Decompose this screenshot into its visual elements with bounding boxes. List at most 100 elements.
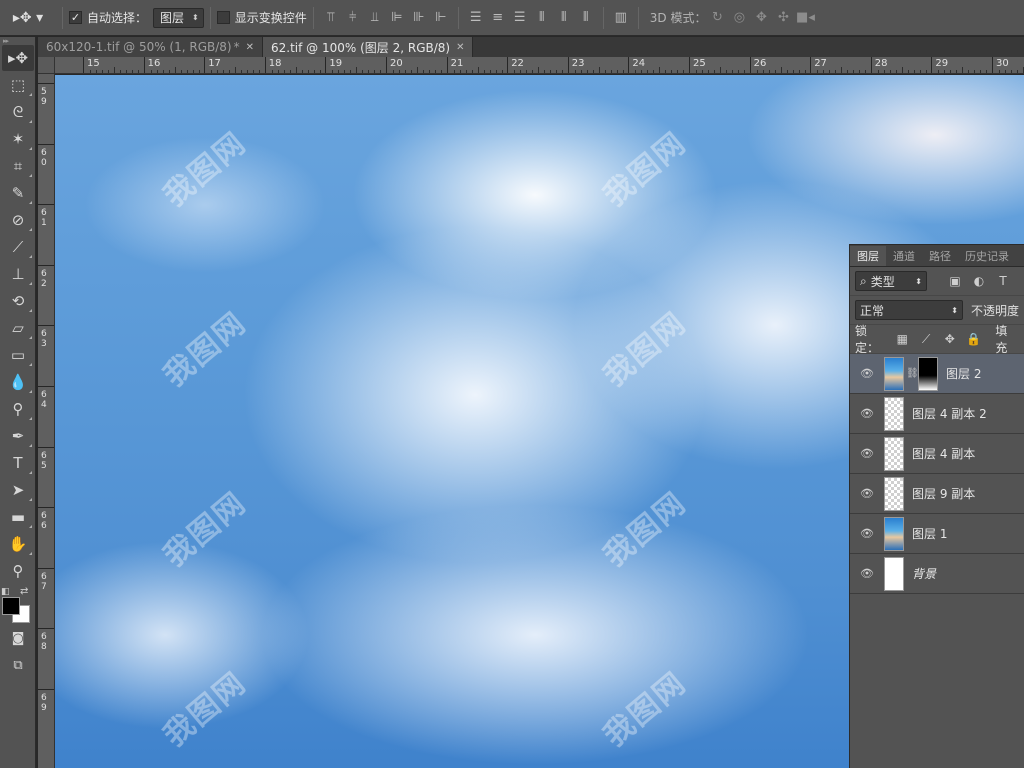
clone-stamp-tool[interactable]: ⊥ [2, 261, 34, 287]
document-tab[interactable]: 60x120-1.tif @ 50% (1, RGB/8) * ✕ [38, 37, 263, 57]
foreground-color-swatch[interactable] [2, 597, 20, 615]
gradient-tool[interactable]: ▭ [2, 342, 34, 368]
lock-transparent-icon[interactable]: ▦ [893, 329, 913, 349]
visibility-eye-icon[interactable]: 👁 [850, 447, 884, 460]
align-top-icon[interactable]: ⫪ [320, 7, 342, 29]
move-tool[interactable]: ▸✥ [2, 45, 34, 71]
layer-thumbnail[interactable] [884, 476, 904, 511]
tab-history[interactable]: 历史记录 [958, 246, 1016, 266]
ruler-tick-label: 68 [41, 632, 47, 653]
distribute-bottom-icon[interactable]: ☰ [509, 7, 531, 29]
watermark: 我图网 [157, 305, 254, 394]
path-selection-tool[interactable]: ➤ [2, 477, 34, 503]
adjustment-filter-icon[interactable]: ◐ [969, 271, 989, 291]
ruler-tick-label: 21 [450, 58, 464, 69]
distribute-top-icon[interactable]: ☰ [465, 7, 487, 29]
layer-thumbnail[interactable] [884, 396, 904, 431]
visibility-eye-icon[interactable]: 👁 [850, 487, 884, 500]
divider [457, 6, 459, 29]
layer-row[interactable]: 👁 背景 [850, 554, 1024, 594]
shape-tool[interactable]: ▬ [2, 504, 34, 530]
magic-wand-tool[interactable]: ✶ [2, 126, 34, 152]
divider [637, 6, 639, 29]
3d-scale-icon[interactable]: ■◂ [794, 7, 816, 29]
healing-brush-tool[interactable]: ⊘ [2, 207, 34, 233]
horizontal-ruler[interactable]: 15 16 17 18 19 20 21 22 23 24 25 26 27 28 29 30 [55, 57, 1024, 74]
eyedropper-tool[interactable]: ✎ [2, 180, 34, 206]
show-transform-label: 显示变换控件 [234, 11, 307, 25]
visibility-eye-icon[interactable]: 👁 [850, 367, 884, 380]
3d-slide-icon[interactable]: ✣ [772, 7, 794, 29]
distribute-vcenter-icon[interactable]: ≡ [487, 7, 509, 29]
visibility-eye-icon[interactable]: 👁 [850, 527, 884, 540]
ruler-tick: 17 [204, 57, 264, 73]
tab-layers[interactable]: 图层 [850, 246, 886, 266]
tool-preset-picker[interactable]: ▸✥ ▾ [0, 0, 56, 36]
align-vcenter-icon[interactable]: ⫩ [342, 7, 364, 29]
3d-roll-icon[interactable]: ◎ [728, 7, 750, 29]
tab-paths[interactable]: 路径 [922, 246, 958, 266]
default-colors-icon[interactable]: ◧ [1, 587, 10, 597]
zoom-tool[interactable]: ⚲ [2, 558, 34, 584]
link-chain-icon[interactable]: ⛓ [906, 368, 919, 379]
ruler-tick: 26 [749, 57, 810, 73]
blur-tool[interactable]: 💧 [2, 369, 34, 395]
visibility-eye-icon[interactable]: 👁 [850, 407, 884, 420]
distribute-hcenter-icon[interactable]: ⦀ [553, 7, 575, 29]
lock-image-icon[interactable]: ⟋ [916, 329, 936, 349]
auto-select-target-dropdown[interactable]: 图层 ⬍ [153, 7, 204, 28]
tab-channels[interactable]: 通道 [886, 246, 922, 266]
crop-tool[interactable]: ⌗ [2, 153, 34, 179]
image-filter-icon[interactable]: ▣ [945, 271, 965, 291]
layer-thumbnail[interactable] [884, 436, 904, 471]
pen-tool[interactable]: ✒ [2, 423, 34, 449]
3d-rotate-icon[interactable]: ↻ [706, 7, 728, 29]
lasso-tool[interactable]: ᘓ [2, 99, 34, 125]
swap-colors-icon[interactable]: ⇄ [20, 586, 28, 597]
layer-name: 图层 4 副本 [912, 447, 976, 461]
filter-kind-dropdown[interactable]: ⌕ 类型 ⬍ [855, 271, 927, 291]
align-hcenter-icon[interactable]: ⊪ [408, 7, 430, 29]
layer-row[interactable]: 👁 图层 4 副本 [850, 434, 1024, 474]
type-tool[interactable]: T [2, 450, 34, 476]
layer-row[interactable]: 👁 ⛓ 图层 2 [850, 354, 1024, 394]
layer-mask-thumbnail[interactable] [918, 356, 938, 391]
vertical-ruler[interactable]: 59 60 61 62 63 64 65 66 67 68 69 [38, 57, 55, 768]
lock-position-icon[interactable]: ✥ [940, 329, 960, 349]
layer-thumbnail[interactable] [884, 356, 904, 391]
auto-align-icon[interactable]: ▥ [610, 7, 632, 29]
close-icon[interactable]: ✕ [456, 42, 464, 53]
layer-row[interactable]: 👁 图层 1 [850, 514, 1024, 554]
updown-arrow-icon: ⬍ [192, 13, 199, 22]
align-left-icon[interactable]: ⊫ [386, 7, 408, 29]
distribute-left-icon[interactable]: ⦀ [531, 7, 553, 29]
brush-tool[interactable]: ⟋ [2, 234, 34, 260]
distribute-right-icon[interactable]: ⦀ [575, 7, 597, 29]
layer-thumbnail[interactable] [884, 516, 904, 551]
updown-arrow-icon: ⬍ [951, 305, 958, 315]
dodge-tool[interactable]: ⚲ [2, 396, 34, 422]
align-right-icon[interactable]: ⊩ [430, 7, 452, 29]
document-tab-active[interactable]: 62.tif @ 100% (图层 2, RGB/8) ✕ [263, 37, 474, 57]
align-bottom-icon[interactable]: ⫫ [364, 7, 386, 29]
close-icon[interactable]: ✕ [246, 42, 254, 53]
lock-all-icon[interactable]: 🔒 [964, 329, 984, 349]
marquee-tool[interactable]: ⬚ [2, 72, 34, 98]
ruler-tick-label: 67 [41, 571, 47, 592]
blend-mode-dropdown[interactable]: 正常 ⬍ [855, 300, 963, 320]
3d-pan-icon[interactable]: ✥ [750, 7, 772, 29]
layer-thumbnail[interactable] [884, 556, 904, 591]
visibility-eye-icon[interactable]: 👁 [850, 567, 884, 580]
auto-select-checkbox[interactable]: ✓ [69, 11, 82, 24]
layer-row[interactable]: 👁 图层 9 副本 [850, 474, 1024, 514]
history-brush-tool[interactable]: ⟲ [2, 288, 34, 314]
layer-row[interactable]: 👁 图层 4 副本 2 [850, 394, 1024, 434]
screen-mode-button[interactable]: ⧉ [2, 652, 34, 678]
panel-grip-icon[interactable]: ▸▸ [0, 37, 35, 45]
eraser-tool[interactable]: ▱ [2, 315, 34, 341]
show-transform-checkbox[interactable] [216, 11, 230, 24]
hand-tool[interactable]: ✋ [2, 531, 34, 557]
type-filter-icon[interactable]: T [993, 271, 1013, 291]
quick-mask-button[interactable]: ◙ [2, 625, 34, 651]
ruler-origin[interactable] [38, 57, 55, 74]
